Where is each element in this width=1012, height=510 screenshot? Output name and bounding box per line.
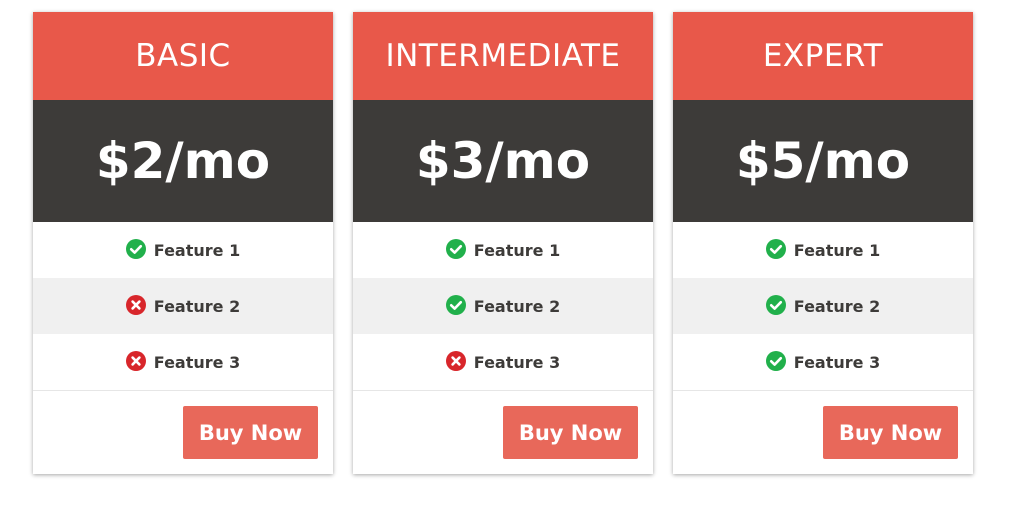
feature-item: Feature 2 xyxy=(33,278,333,334)
plan-name: INTERMEDIATE xyxy=(353,12,653,100)
feature-item: Feature 3 xyxy=(353,334,653,391)
feature-label: Feature 2 xyxy=(153,296,241,316)
x-circle-icon xyxy=(125,351,146,371)
x-circle-icon xyxy=(125,295,146,315)
feature-item: Feature 2 xyxy=(673,278,973,334)
plan-name: EXPERT xyxy=(673,12,973,100)
plan-price: $2/mo xyxy=(33,100,333,222)
check-circle-icon xyxy=(125,239,146,259)
feature-list: Feature 1 Feature 2 Feature 3 xyxy=(353,222,653,391)
feature-item: Feature 3 xyxy=(673,334,973,391)
feature-item: Feature 1 xyxy=(353,222,653,278)
pricing-card-intermediate: INTERMEDIATE $3/mo Feature 1 Feature 2 F… xyxy=(353,12,653,474)
pricing-card-basic: BASIC $2/mo Feature 1 Feature 2 Feature … xyxy=(33,12,333,474)
check-circle-icon xyxy=(445,295,466,315)
feature-label: Feature 2 xyxy=(793,296,881,316)
plan-price: $3/mo xyxy=(353,100,653,222)
feature-label: Feature 1 xyxy=(473,240,561,260)
check-circle-icon xyxy=(765,295,786,315)
feature-label: Feature 1 xyxy=(793,240,881,260)
feature-label: Feature 3 xyxy=(153,352,241,372)
plan-name: BASIC xyxy=(33,12,333,100)
check-circle-icon xyxy=(445,239,466,259)
feature-label: Feature 1 xyxy=(153,240,241,260)
feature-item: Feature 1 xyxy=(33,222,333,278)
buy-now-button[interactable]: Buy Now xyxy=(183,406,318,459)
pricing-table: BASIC $2/mo Feature 1 Feature 2 Feature … xyxy=(33,12,973,474)
buy-now-button[interactable]: Buy Now xyxy=(503,406,638,459)
feature-label: Feature 2 xyxy=(473,296,561,316)
card-footer: Buy Now xyxy=(673,391,973,474)
check-circle-icon xyxy=(765,351,786,371)
card-footer: Buy Now xyxy=(33,391,333,474)
buy-now-button[interactable]: Buy Now xyxy=(823,406,958,459)
feature-item: Feature 3 xyxy=(33,334,333,391)
x-circle-icon xyxy=(445,351,466,371)
check-circle-icon xyxy=(765,239,786,259)
card-footer: Buy Now xyxy=(353,391,653,474)
feature-list: Feature 1 Feature 2 Feature 3 xyxy=(33,222,333,391)
feature-item: Feature 1 xyxy=(673,222,973,278)
feature-label: Feature 3 xyxy=(793,352,881,372)
feature-label: Feature 3 xyxy=(473,352,561,372)
plan-price: $5/mo xyxy=(673,100,973,222)
pricing-card-expert: EXPERT $5/mo Feature 1 Feature 2 Feature… xyxy=(673,12,973,474)
feature-item: Feature 2 xyxy=(353,278,653,334)
feature-list: Feature 1 Feature 2 Feature 3 xyxy=(673,222,973,391)
